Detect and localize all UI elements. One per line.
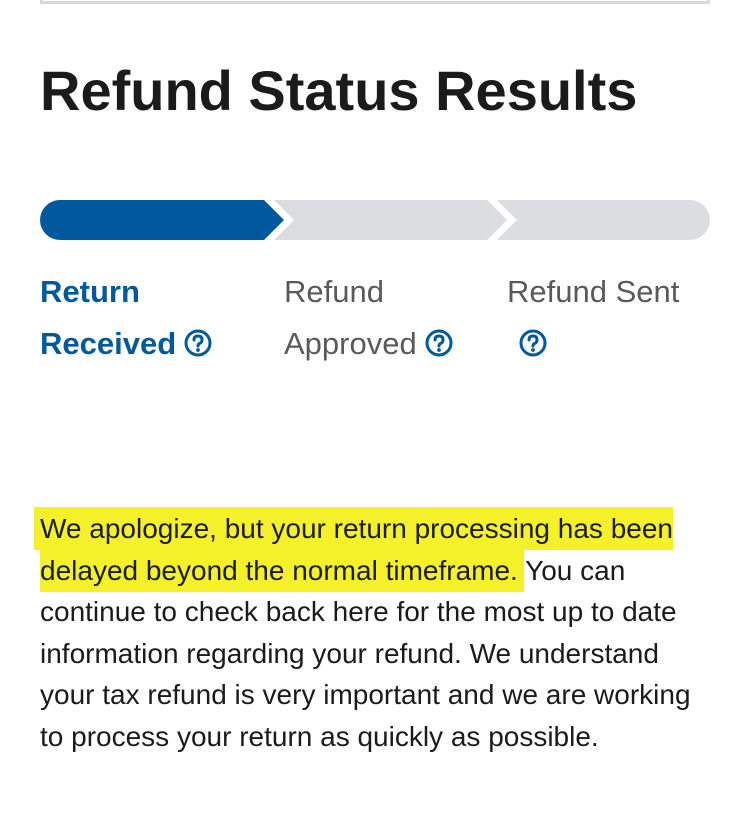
progress-bar xyxy=(40,200,710,240)
progress-segment-refund-sent xyxy=(497,200,710,240)
step-label-line: Approved xyxy=(284,326,417,361)
step-refund-approved: Refund Approved xyxy=(284,266,504,370)
question-circle-icon[interactable] xyxy=(184,329,212,357)
question-circle-icon[interactable] xyxy=(425,329,453,357)
step-label-line: Received xyxy=(40,326,177,361)
refund-progress-tracker xyxy=(40,200,710,240)
step-refund-sent: Refund Sent xyxy=(507,266,710,370)
previous-section-border xyxy=(40,0,710,4)
status-message: We apologize, but your return processing… xyxy=(40,508,710,757)
progress-segment-refund-approved xyxy=(274,200,507,240)
step-label-line: Return xyxy=(40,274,140,309)
question-circle-icon[interactable] xyxy=(519,329,547,357)
step-label-line: Refund xyxy=(284,274,384,309)
progress-segment-return-received xyxy=(40,200,284,240)
step-return-received: Return Received xyxy=(40,266,265,370)
page-title: Refund Status Results xyxy=(40,59,638,122)
step-label-line: Refund Sent xyxy=(507,274,680,309)
progress-step-labels: Return Received Refund Approved Refund S… xyxy=(40,266,710,376)
